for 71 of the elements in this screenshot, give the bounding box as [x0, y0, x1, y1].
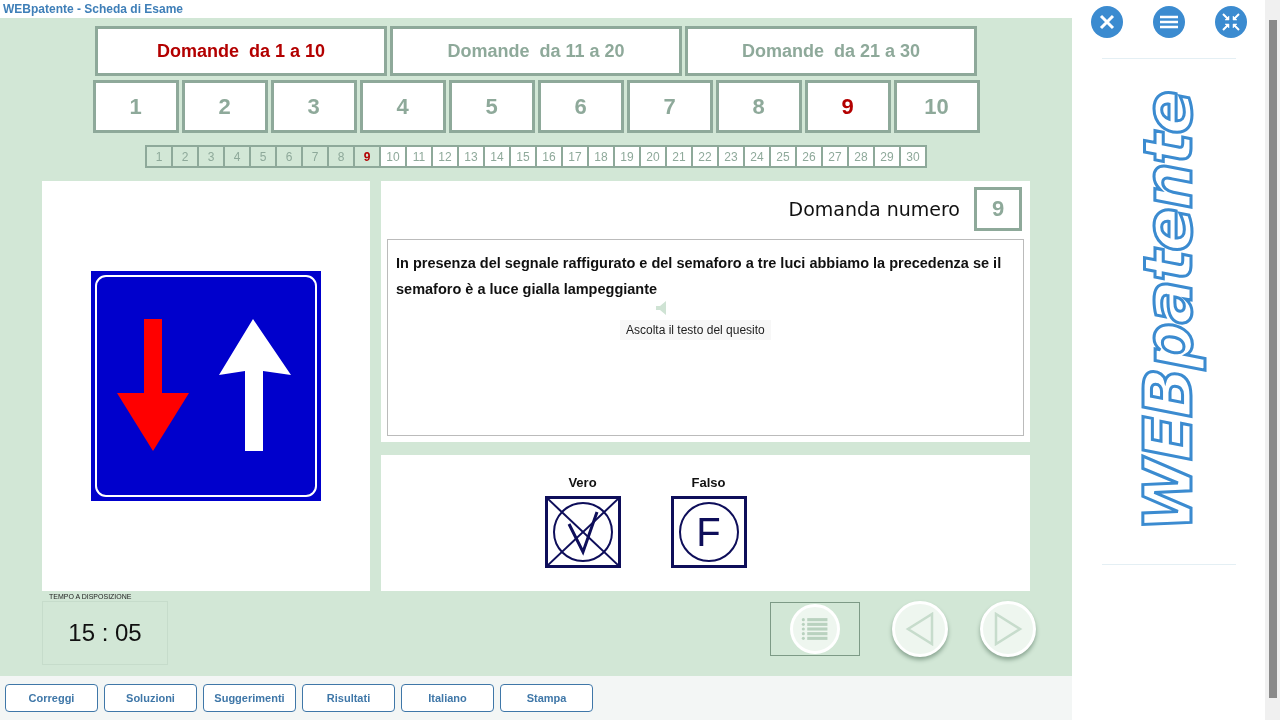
question-map-item[interactable]: 18 — [589, 147, 613, 166]
question-map-item[interactable]: 14 — [485, 147, 509, 166]
question-map-item[interactable]: 11 — [407, 147, 431, 166]
range-tab[interactable]: Domande da 21 a 30 — [685, 26, 977, 76]
question-map-item[interactable]: 4 — [225, 147, 249, 166]
tooltip: Ascolta il testo del quesito — [620, 320, 771, 340]
toolbar-button[interactable]: Stampa — [500, 684, 593, 712]
question-map-item[interactable]: 13 — [459, 147, 483, 166]
question-map-item[interactable]: 6 — [277, 147, 301, 166]
question-map-item[interactable]: 15 — [511, 147, 535, 166]
timer-value: 15 : 05 — [68, 619, 142, 647]
question-map-item[interactable]: 5 — [251, 147, 275, 166]
collapse-icon[interactable] — [1214, 6, 1247, 38]
list-icon — [801, 617, 829, 641]
question-number: 9 — [974, 187, 1022, 231]
question-button[interactable]: 3 — [270, 80, 357, 133]
logo: WEBpatente — [1130, 91, 1207, 532]
question-map-item[interactable]: 22 — [693, 147, 717, 166]
toolbar-button[interactable]: Risultati — [302, 684, 395, 712]
next-button[interactable] — [980, 601, 1036, 657]
question-map-item[interactable]: 21 — [667, 147, 691, 166]
answer-letter: F — [678, 502, 739, 562]
question-map-item[interactable]: 7 — [303, 147, 327, 166]
range-tab[interactable]: Domande da 1 a 10 — [95, 26, 387, 76]
question-map-item[interactable]: 1 — [147, 147, 171, 166]
question-map-item[interactable]: 19 — [615, 147, 639, 166]
question-map-item[interactable]: 2 — [173, 147, 197, 166]
menu-icon[interactable] — [1152, 6, 1185, 38]
range-tab[interactable]: Domande da 11 a 20 — [390, 26, 682, 76]
question-map-item[interactable]: 27 — [823, 147, 847, 166]
question-map-item[interactable]: 9 — [355, 147, 379, 166]
question-map-item[interactable]: 28 — [849, 147, 873, 166]
toolbar-button[interactable]: Soluzioni — [104, 684, 197, 712]
question-button[interactable]: 5 — [448, 80, 535, 133]
question-button[interactable]: 1 — [92, 80, 179, 133]
question-map-item[interactable]: 10 — [381, 147, 405, 166]
right-triangle-icon — [993, 612, 1023, 646]
question-map-item[interactable]: 8 — [329, 147, 353, 166]
question-button[interactable]: 7 — [626, 80, 713, 133]
question-map-item[interactable]: 16 — [537, 147, 561, 166]
left-triangle-icon — [905, 612, 935, 646]
question-button[interactable]: 4 — [359, 80, 446, 133]
scrollbar-thumb[interactable] — [1268, 20, 1277, 698]
question-map-item[interactable]: 30 — [901, 147, 925, 166]
circled-check-icon — [552, 502, 613, 562]
question-heading: Domanda numero — [788, 198, 960, 220]
question-map-item[interactable]: 25 — [771, 147, 795, 166]
question-button[interactable]: 8 — [715, 80, 802, 133]
question-map-item[interactable]: 23 — [719, 147, 743, 166]
question-map-item[interactable]: 24 — [745, 147, 769, 166]
question-button[interactable]: 10 — [893, 80, 980, 133]
list-button[interactable] — [770, 602, 860, 656]
question-button[interactable]: 9 — [804, 80, 891, 133]
toolbar-button[interactable]: Suggerimenti — [203, 684, 296, 712]
question-map-item[interactable]: 17 — [563, 147, 587, 166]
answer-label: Vero — [568, 475, 597, 490]
question-button[interactable]: 6 — [537, 80, 624, 133]
question-map-item[interactable]: 29 — [875, 147, 899, 166]
answer-box[interactable]: F — [670, 496, 747, 568]
question-map-item[interactable]: 3 — [199, 147, 223, 166]
question-map-item[interactable]: 20 — [641, 147, 665, 166]
question-map-item[interactable]: 26 — [797, 147, 821, 166]
question-button[interactable]: 2 — [181, 80, 268, 133]
previous-button[interactable] — [892, 601, 948, 657]
toolbar-button[interactable]: Correggi — [5, 684, 98, 712]
toolbar-button[interactable]: Italiano — [401, 684, 494, 712]
answer-box[interactable] — [544, 496, 621, 568]
answer-label: Falso — [691, 475, 726, 490]
question-text: In presenza del segnale raffigurato e del semaforo a tre luci abbiamo la precedenza se il semaforo è a luce gialla lampeggiante — [396, 254, 1003, 299]
question-map-item[interactable]: 12 — [433, 147, 457, 166]
close-icon[interactable] — [1090, 6, 1123, 38]
